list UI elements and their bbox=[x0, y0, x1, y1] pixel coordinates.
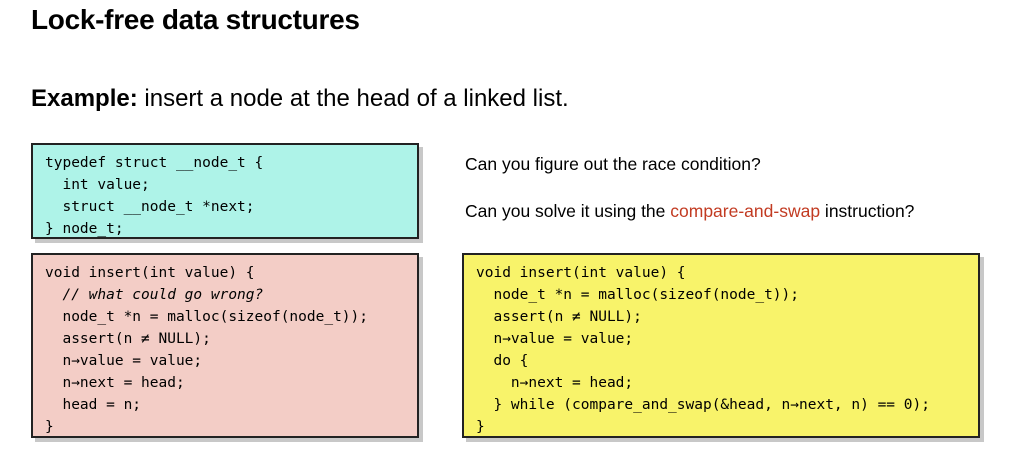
code-line: } bbox=[476, 419, 485, 435]
code-line: head = n; bbox=[45, 397, 142, 413]
code-line: int value; bbox=[45, 177, 150, 193]
code-line: node_t *n = malloc(sizeof(node_t)); bbox=[45, 309, 369, 325]
code-line: n→value = value; bbox=[45, 353, 203, 369]
struct-code-box: typedef struct __node_t { int value; str… bbox=[31, 143, 419, 239]
code-line: do { bbox=[476, 353, 529, 369]
example-heading: Example: insert a node at the head of a … bbox=[31, 85, 569, 113]
example-text: insert a node at the head of a linked li… bbox=[137, 85, 569, 112]
code-line: assert(n ≠ NULL); bbox=[45, 331, 211, 347]
code-line: n→value = value; bbox=[476, 331, 634, 347]
page-title: Lock-free data structures bbox=[31, 4, 360, 35]
cas-question-prefix: Can you solve it using the bbox=[465, 201, 671, 221]
code-line: } node_t; bbox=[45, 221, 124, 237]
code-line: void insert(int value) { bbox=[45, 265, 255, 281]
code-line: } while (compare_and_swap(&head, n→next,… bbox=[476, 397, 930, 413]
code-line: assert(n ≠ NULL); bbox=[476, 309, 642, 325]
racy-insert-code-box: void insert(int value) { // what could g… bbox=[31, 253, 419, 438]
code-line: n→next = head; bbox=[45, 375, 185, 391]
cas-question: Can you solve it using the compare-and-s… bbox=[465, 201, 914, 222]
example-label: Example: bbox=[31, 85, 138, 112]
code-line: typedef struct __node_t { bbox=[45, 155, 264, 171]
cas-insert-code-box: void insert(int value) { node_t *n = mal… bbox=[462, 253, 980, 438]
code-line: n→next = head; bbox=[476, 375, 634, 391]
code-line: node_t *n = malloc(sizeof(node_t)); bbox=[476, 287, 800, 303]
code-comment: // what could go wrong? bbox=[45, 287, 264, 303]
cas-keyword: compare-and-swap bbox=[670, 201, 821, 221]
code-line: void insert(int value) { bbox=[476, 265, 686, 281]
cas-question-suffix: instruction? bbox=[820, 201, 915, 221]
race-condition-question: Can you figure out the race condition? bbox=[465, 154, 761, 174]
code-line: } bbox=[45, 419, 54, 435]
code-line: struct __node_t *next; bbox=[45, 199, 255, 215]
